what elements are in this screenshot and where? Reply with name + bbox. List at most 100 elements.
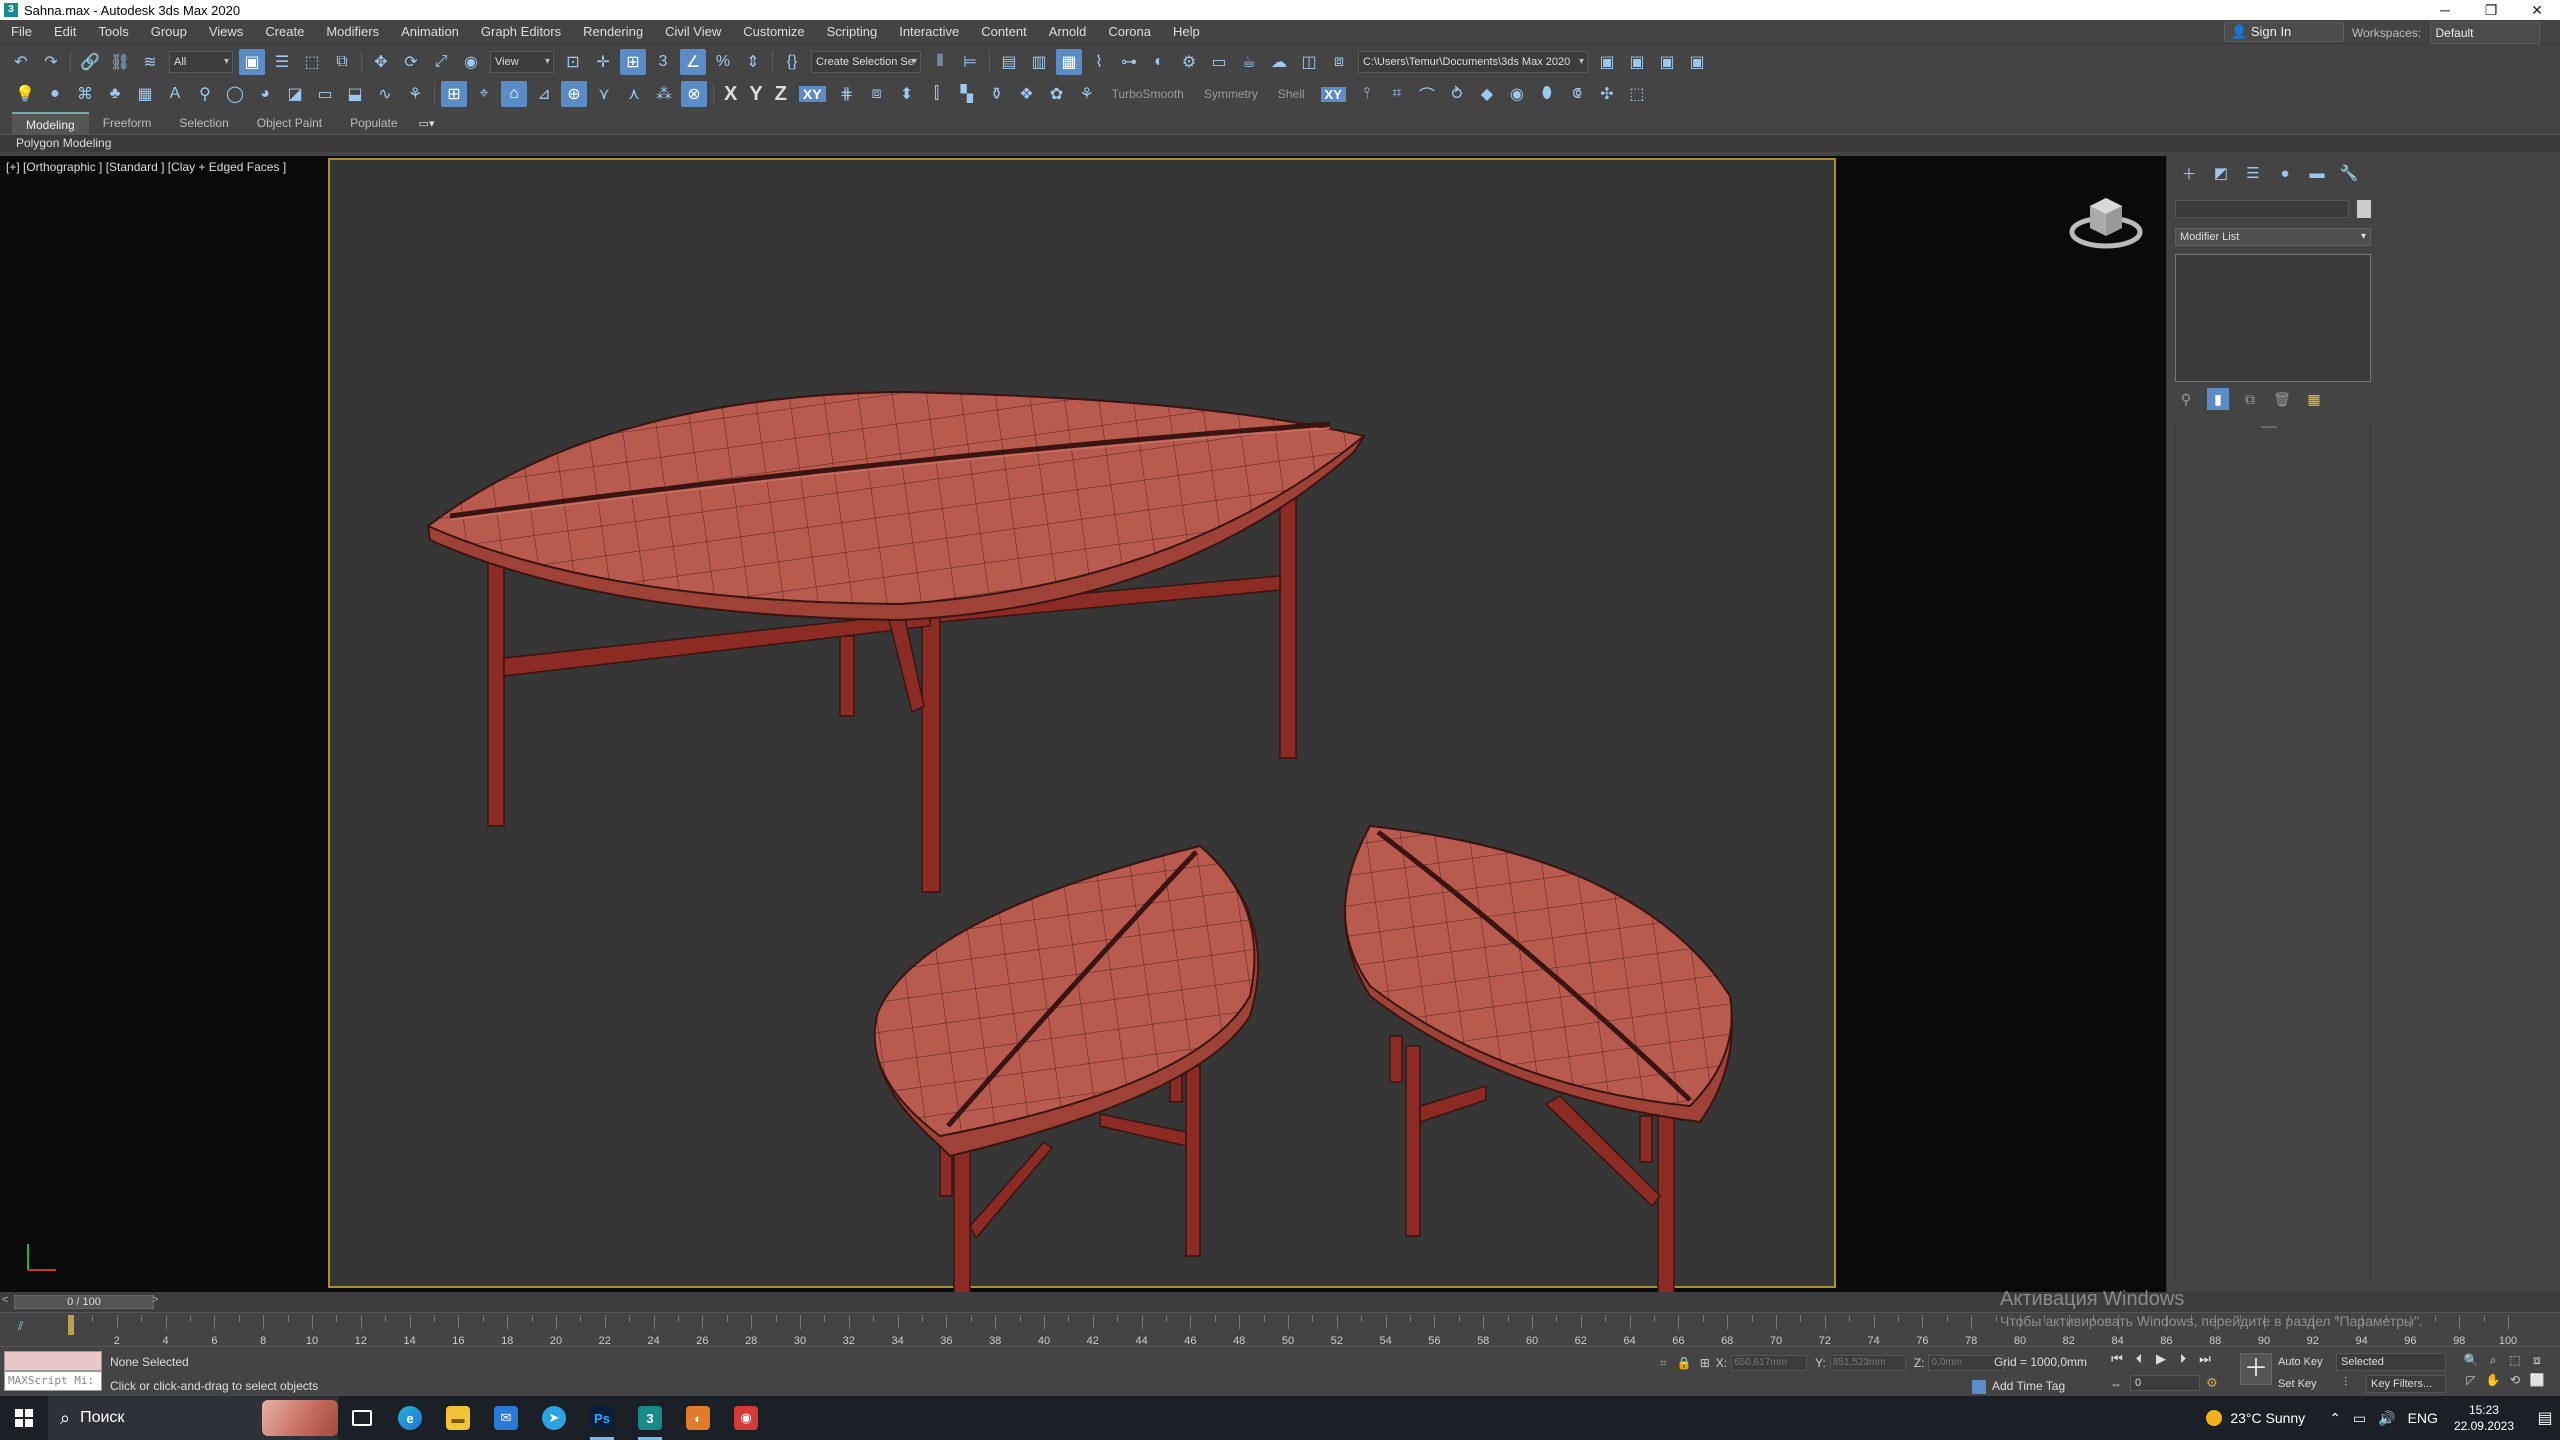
rotate-icon[interactable]: ⟳ xyxy=(398,49,424,75)
open-project-icon[interactable]: ▣ xyxy=(1594,49,1620,75)
small-table-left[interactable] xyxy=(873,844,1260,1292)
pivot-center-icon[interactable]: ⊡ xyxy=(560,49,586,75)
close-button[interactable]: ✕ xyxy=(2514,0,2560,20)
named-selection-dropdown[interactable]: Create Selection Se xyxy=(811,51,921,73)
menu-content[interactable]: Content xyxy=(970,24,1038,39)
vertex-snap-icon[interactable]: ⌖ xyxy=(471,81,497,107)
grid-icon[interactable]: ▦ xyxy=(132,81,158,107)
render-frame-icon[interactable]: ⧈ xyxy=(1326,49,1352,75)
xy-plane-button[interactable]: XY xyxy=(1320,86,1346,102)
key-selection-dropdown[interactable]: Selected xyxy=(2336,1353,2446,1371)
panel-splitter[interactable] xyxy=(2261,426,2277,428)
object-color-swatch[interactable] xyxy=(2357,200,2371,218)
3ds-max-icon[interactable]: 3 xyxy=(626,1396,674,1440)
snaps-toggle-icon[interactable]: 3 xyxy=(650,49,676,75)
select-by-name-icon[interactable]: ☰ xyxy=(269,49,295,75)
task-view-icon[interactable] xyxy=(338,1396,386,1440)
window-crossing-icon[interactable]: ⧉ xyxy=(329,49,355,75)
go-to-end-icon[interactable]: ⏭ xyxy=(2194,1351,2216,1371)
hierarchy-tab-icon[interactable]: ☰ xyxy=(2237,162,2269,184)
selection-filter-dropdown[interactable]: All xyxy=(169,51,233,73)
axis-y-button[interactable]: Y xyxy=(749,83,762,106)
array-icon[interactable]: ⋕ xyxy=(834,81,860,107)
spinner-snap-icon[interactable]: ⇕ xyxy=(740,49,766,75)
constraint-toggle-icon[interactable]: ⊗ xyxy=(681,81,707,107)
zoom-icon[interactable]: 🔍 xyxy=(2460,1353,2482,1373)
notification-icon[interactable]: ▤ xyxy=(2530,1408,2560,1428)
twist-icon[interactable]: ⥁ xyxy=(1444,81,1470,107)
large-table[interactable] xyxy=(426,390,1367,893)
weather-widget[interactable]: 23°C Sunny xyxy=(2206,1410,2305,1426)
tree-icon[interactable]: ♣ xyxy=(102,81,128,107)
menu-modifiers[interactable]: Modifiers xyxy=(315,24,390,39)
menu-animation[interactable]: Animation xyxy=(390,24,470,39)
pin-stack-icon[interactable]: ⚲ xyxy=(2175,388,2197,410)
bulb-icon[interactable]: ⚘ xyxy=(402,81,428,107)
language-indicator[interactable]: ENG xyxy=(2408,1410,2438,1426)
workspaces-dropdown[interactable]: Default xyxy=(2430,22,2541,44)
bounding-box-icon[interactable]: ⬚ xyxy=(1624,81,1650,107)
maxscript-input[interactable]: MAXScript Mi: xyxy=(4,1371,102,1391)
go-to-start-icon[interactable]: ⏮ xyxy=(2106,1351,2128,1371)
menu-rendering[interactable]: Rendering xyxy=(572,24,654,39)
screen-recorder-icon[interactable]: ◉ xyxy=(722,1396,770,1440)
render-cloud-icon[interactable]: ☁ xyxy=(1266,49,1292,75)
scene-canvas[interactable] xyxy=(0,156,2166,1292)
snap-grid-icon[interactable]: ⊞ xyxy=(441,81,467,107)
ribbon-tab-selection[interactable]: Selection xyxy=(165,112,242,134)
unwrap-icon[interactable]: ❖ xyxy=(1014,81,1040,107)
zoom-extents-icon[interactable]: ⬚ xyxy=(2504,1353,2526,1373)
select-manipulate-icon[interactable]: ✛ xyxy=(590,49,616,75)
file-explorer-icon[interactable]: ▬ xyxy=(434,1396,482,1440)
start-button[interactable] xyxy=(0,1396,48,1440)
tray-chevron-icon[interactable]: ⌃ xyxy=(2329,1410,2341,1427)
menu-customize[interactable]: Customize xyxy=(732,24,815,39)
sphere-icon[interactable]: ● xyxy=(42,81,68,107)
viewport-icon[interactable]: ▭ xyxy=(312,81,338,107)
time-config-icon[interactable]: ⚙ xyxy=(2206,1375,2218,1391)
time-slider-thumb[interactable]: 0 / 100 xyxy=(14,1295,154,1309)
material-ball-icon[interactable]: ◕ xyxy=(252,81,278,107)
edge-snap-icon[interactable]: ⌂ xyxy=(501,81,527,107)
sign-in-button[interactable]: 👤 Sign In xyxy=(2224,22,2344,42)
previous-key-icon[interactable]: ⏴ xyxy=(2128,1351,2150,1371)
set-keys-icon[interactable]: ＋ xyxy=(2240,1353,2272,1385)
menu-edit[interactable]: Edit xyxy=(43,24,87,39)
face-snap-icon[interactable]: ⊿ xyxy=(531,81,557,107)
keyboard-shortcut-override-icon[interactable]: ⊞ xyxy=(620,49,646,75)
current-frame-field[interactable]: 0 xyxy=(2130,1375,2200,1391)
ribbon-tab-populate[interactable]: Populate xyxy=(336,112,411,134)
restore-button[interactable]: ❐ xyxy=(2468,0,2514,20)
maxscript-listener[interactable]: MAXScript Mi: xyxy=(4,1351,102,1391)
ribbon-tab-modeling[interactable]: Modeling xyxy=(12,112,89,134)
create-light-icon[interactable]: 💡 xyxy=(12,81,38,107)
rendered-frame-window-icon[interactable]: ▭ xyxy=(1206,49,1232,75)
perpendicular-snap-icon[interactable]: ⋏ xyxy=(621,81,647,107)
place-icon[interactable]: ◉ xyxy=(458,49,484,75)
y-coordinate-field[interactable]: 851,523mm xyxy=(1829,1355,1906,1371)
mail-icon[interactable]: ✉ xyxy=(482,1396,530,1440)
box-icon[interactable]: ⧈ xyxy=(864,81,890,107)
menu-group[interactable]: Group xyxy=(140,24,198,39)
mirror-icon[interactable]: ⫴ xyxy=(927,49,953,75)
zoom-all-icon[interactable]: ⌕ xyxy=(2482,1353,2504,1373)
menu-scripting[interactable]: Scripting xyxy=(816,24,889,39)
next-frame-icon[interactable]: > xyxy=(152,1294,158,1306)
spline-edit-icon[interactable]: ⟃ xyxy=(1564,81,1590,107)
pivot-snap-icon[interactable]: ⊕ xyxy=(561,81,587,107)
configure-modifier-sets-icon[interactable]: ▦ xyxy=(2303,388,2325,410)
menu-corona[interactable]: Corona xyxy=(1097,24,1162,39)
menu-civil-view[interactable]: Civil View xyxy=(654,24,732,39)
playhead[interactable] xyxy=(68,1315,74,1335)
percent-snap-icon[interactable]: % xyxy=(710,49,736,75)
minimize-button[interactable]: ─ xyxy=(2422,0,2468,20)
taskbar-search[interactable]: ⌕ Поиск xyxy=(48,1396,338,1440)
viewcube-icon[interactable] xyxy=(2066,184,2146,254)
select-object-icon[interactable]: ▣ xyxy=(239,49,265,75)
axis-constraint-icon[interactable]: ⁂ xyxy=(651,81,677,107)
project-settings-icon[interactable]: ▣ xyxy=(1654,49,1680,75)
reference-coord-dropdown[interactable]: View xyxy=(490,51,554,73)
curve-editor-icon[interactable]: ⌇ xyxy=(1086,49,1112,75)
polygon-modeling-label[interactable]: Polygon Modeling xyxy=(16,136,111,150)
bend-icon[interactable]: ⌒ xyxy=(1414,81,1440,107)
